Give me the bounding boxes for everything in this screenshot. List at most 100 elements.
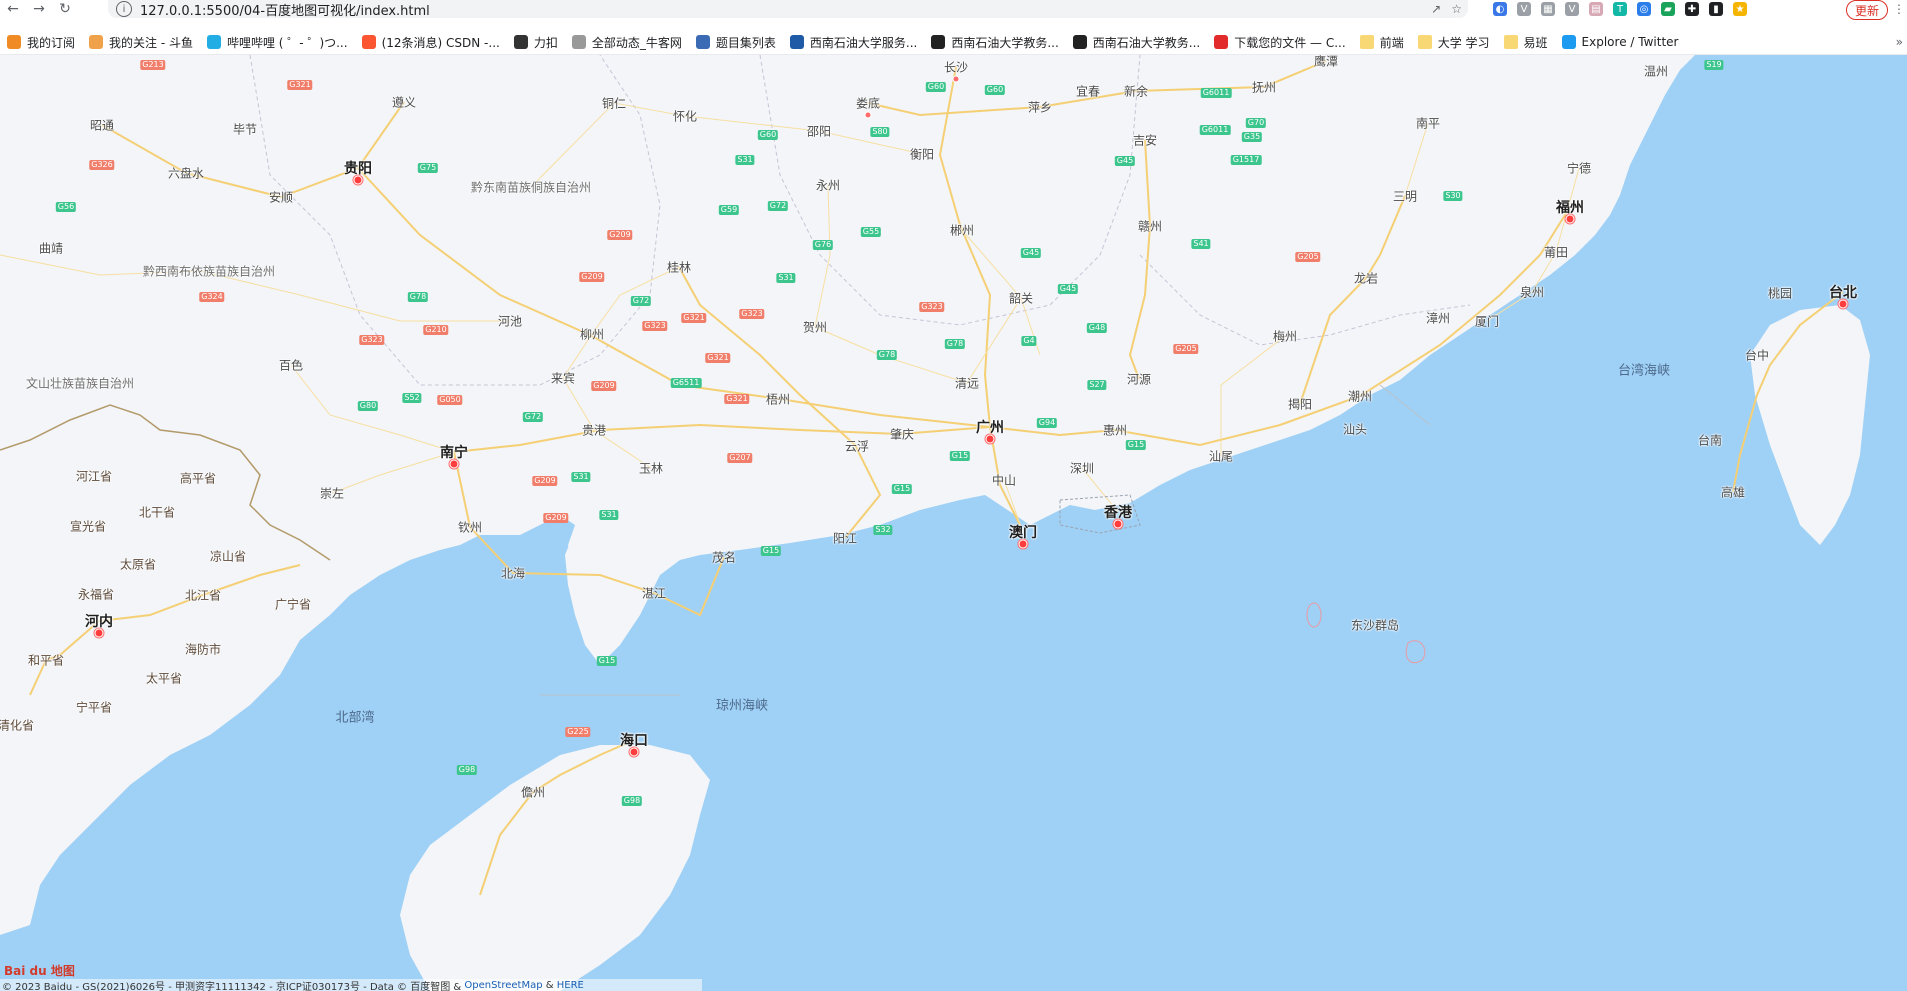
city-label: 南宁 xyxy=(440,445,468,461)
extension-icon[interactable]: ▤ xyxy=(1589,2,1603,16)
city-label: 萍乡 xyxy=(1027,100,1053,115)
bookmark-item[interactable]: 西南石油大学教务... xyxy=(1066,30,1207,54)
highway-badge: G205 xyxy=(1295,252,1321,262)
city-label: 温州 xyxy=(1643,64,1669,79)
city-marker[interactable] xyxy=(952,75,960,83)
extension-icon[interactable]: ◐ xyxy=(1493,2,1507,16)
highway-badge: G1517 xyxy=(1230,155,1262,165)
city-label: 湛江 xyxy=(641,586,667,601)
city-label: 文山壮族苗族自治州 xyxy=(25,376,135,391)
highway-badge: G60 xyxy=(925,82,947,92)
highway-badge: G15 xyxy=(1125,440,1147,450)
city-label: 肇庆 xyxy=(889,427,915,442)
city-label: 桃园 xyxy=(1767,286,1793,301)
bookmark-label: 西南石油大学教务... xyxy=(951,35,1059,50)
highway-badge: G76 xyxy=(812,240,834,250)
bookmark-item[interactable]: 题目集列表 xyxy=(689,30,783,54)
highway-badge: G213 xyxy=(140,60,166,70)
bookmark-item[interactable]: 哔哩哔哩 ( ゜- ゜)つ... xyxy=(200,30,355,54)
bookmark-item[interactable]: 前端 xyxy=(1353,30,1411,54)
bookmark-item[interactable]: 全部动态_牛客网 xyxy=(565,30,689,54)
openstreetmap-link[interactable]: OpenStreetMap xyxy=(464,980,542,991)
bookmark-label: 下载您的文件 — C... xyxy=(1234,35,1346,50)
star-icon[interactable]: ☆ xyxy=(1451,2,1462,16)
bookmark-item[interactable]: 易班 xyxy=(1497,30,1555,54)
vue-devtools-icon[interactable]: V xyxy=(1565,2,1579,16)
url-text[interactable]: 127.0.0.1:5500/04-百度地图可视化/index.html xyxy=(140,0,430,19)
sidepanel-icon[interactable]: ▮ xyxy=(1709,2,1723,16)
share-icon[interactable]: ↗ xyxy=(1431,2,1441,16)
bookmark-label: 全部动态_牛客网 xyxy=(591,35,682,50)
bookmark-item[interactable]: 西南石油大学教务... xyxy=(924,30,1065,54)
city-label: 台中 xyxy=(1744,348,1770,363)
highway-badge: G80 xyxy=(357,401,379,411)
address-bar[interactable]: i 127.0.0.1:5500/04-百度地图可视化/index.html ↗… xyxy=(108,0,1468,19)
city-label: 福州 xyxy=(1556,200,1584,216)
highway-badge: G225 xyxy=(565,727,591,737)
bookmark-item[interactable]: 我的关注 - 斗鱼 xyxy=(82,30,200,54)
city-label: 鹰潭 xyxy=(1313,55,1339,69)
extension-icon[interactable]: ◎ xyxy=(1637,2,1651,16)
city-label: 来宾 xyxy=(550,371,576,386)
city-label: 莆田 xyxy=(1543,245,1569,260)
bookmark-item[interactable]: 西南石油大学服务... xyxy=(783,30,924,54)
extension-icon[interactable]: ▦ xyxy=(1541,2,1555,16)
city-label: 崇左 xyxy=(319,486,345,501)
bookmark-item[interactable]: 力扣 xyxy=(507,30,565,54)
city-label: 昭通 xyxy=(89,118,115,133)
bookmarks-overflow-icon[interactable]: » xyxy=(1896,30,1903,54)
update-button[interactable]: 更新 xyxy=(1846,0,1889,20)
here-link[interactable]: HERE xyxy=(557,980,584,991)
bookmark-item[interactable]: (12条消息) CSDN -... xyxy=(355,30,507,54)
highway-badge: S27 xyxy=(1087,380,1107,390)
bookmark-label: (12条消息) CSDN -... xyxy=(381,35,500,50)
bookmark-item[interactable]: 我的订阅 xyxy=(0,30,82,54)
bookmarks-bar: 我的订阅 我的关注 - 斗鱼 哔哩哔哩 ( ゜- ゜)つ... (12条消息) CSD… xyxy=(0,30,1907,55)
city-label: 宁德 xyxy=(1566,161,1592,176)
bookmark-item[interactable]: 下载您的文件 — C... xyxy=(1207,30,1352,54)
city-label: 赣州 xyxy=(1137,219,1163,234)
city-label: 澳门 xyxy=(1009,525,1037,541)
swpu-icon xyxy=(789,35,804,49)
bookmark-item[interactable]: 大学 学习 xyxy=(1411,30,1497,54)
avatar[interactable]: ★ xyxy=(1733,2,1747,16)
highway-badge: S32 xyxy=(873,525,893,535)
city-label: 娄底 xyxy=(855,96,881,111)
city-label: 云浮 xyxy=(844,439,870,454)
city-label: 广州 xyxy=(976,420,1004,436)
forward-arrow-icon[interactable]: → xyxy=(26,0,52,18)
city-label: 海防市 xyxy=(184,642,222,657)
city-label: 台湾海峡 xyxy=(1617,363,1671,379)
city-label: 百色 xyxy=(278,358,304,373)
baidu-map[interactable]: 长沙 遵义 铜仁 娄底 萍乡 宜春 新余 抚州 鹰潭 温州 怀化 昭通 毕节 邵阳 南平 吉安 衡阳 贵阳 六盘水宁… xyxy=(0,55,1907,991)
menu-icon[interactable]: ⋮ xyxy=(1893,0,1905,18)
city-label: 汕头 xyxy=(1342,422,1368,437)
highway-badge: G323 xyxy=(642,321,668,331)
city-label: 北海 xyxy=(500,566,526,581)
city-label: 梅州 xyxy=(1272,329,1298,344)
baidu-logo: Bai du 地图 xyxy=(4,963,75,978)
city-label: 北江省 xyxy=(184,588,222,603)
city-label: 韶关 xyxy=(1008,291,1034,306)
translate-icon[interactable]: T xyxy=(1613,2,1627,16)
city-label: 贺州 xyxy=(802,320,828,335)
bookmark-label: 我的关注 - 斗鱼 xyxy=(109,35,193,50)
puzzle-icon[interactable]: ✚ xyxy=(1685,2,1699,16)
info-icon[interactable]: i xyxy=(116,1,132,17)
folder-icon xyxy=(1359,35,1374,49)
bookmark-item[interactable]: Explore / Twitter xyxy=(1555,30,1686,54)
highway-badge: G321 xyxy=(681,313,707,323)
city-label: 高雄 xyxy=(1720,485,1746,500)
city-label: 茂名 xyxy=(711,550,737,565)
back-arrow-icon[interactable]: ← xyxy=(0,0,26,18)
highway-badge: G323 xyxy=(919,302,945,312)
extension-icon[interactable]: ▰ xyxy=(1661,2,1675,16)
reload-icon[interactable]: ↻ xyxy=(52,0,78,18)
city-label: 宣光省 xyxy=(69,519,107,534)
city-marker[interactable] xyxy=(864,111,872,119)
vue-devtools-icon[interactable]: V xyxy=(1517,2,1531,16)
city-label: 抚州 xyxy=(1251,80,1277,95)
city-label: 曲靖 xyxy=(38,241,64,256)
highway-badge: G321 xyxy=(724,394,750,404)
city-label: 宜春 xyxy=(1075,84,1101,99)
